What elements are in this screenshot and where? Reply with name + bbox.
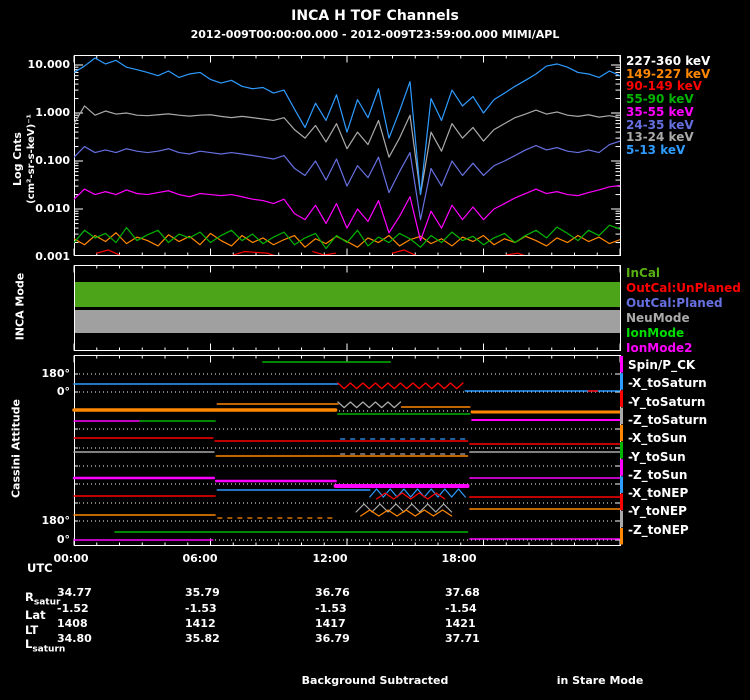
attitude-legend-ZtoSun: -Z_toSun bbox=[628, 467, 688, 482]
table-cell-LT-3: 1421 bbox=[445, 617, 476, 630]
mode-legend-NeuMode: NeuMode bbox=[626, 310, 690, 325]
mode-panel-frame bbox=[74, 265, 621, 351]
y-tick-label: 10.000 bbox=[27, 58, 70, 71]
utc-tick-label: 06:00 bbox=[182, 552, 218, 565]
attitude-segment-34 bbox=[378, 509, 398, 517]
table-cell-L-1: 35.82 bbox=[185, 632, 220, 645]
attitude-legend-XtoNEP: -X_toNEP bbox=[628, 486, 689, 501]
attitude-legend-SpinPCK: Spin/P_CK bbox=[628, 358, 696, 372]
attitude-segment-34 bbox=[396, 509, 416, 517]
table-cell-L-0: 34.80 bbox=[57, 632, 92, 645]
footer-stare-mode: in Stare Mode bbox=[556, 674, 644, 687]
table-cell-Lat-1: -1.53 bbox=[185, 602, 217, 615]
attitude-segment-33 bbox=[387, 503, 405, 513]
mode-bar-lower bbox=[75, 310, 620, 333]
y-axis-title-inca-mode: INCA Mode bbox=[13, 272, 27, 341]
series-24-35keV bbox=[74, 140, 620, 221]
attitude-segment-34 bbox=[360, 509, 380, 517]
mode-legend-IonMode: IonMode bbox=[626, 325, 685, 340]
top-panel-frame bbox=[74, 55, 621, 256]
utc-tick-label: 12:00 bbox=[312, 552, 348, 565]
table-cell-LT-2: 1417 bbox=[315, 617, 346, 630]
attitude-legend-XtoSun: -X_toSun bbox=[628, 431, 687, 446]
mode-legend-IonMode2: IonMode2 bbox=[626, 340, 693, 355]
angle-tick-label: 0° bbox=[56, 385, 70, 398]
table-row-label-Lat: Lat bbox=[25, 608, 46, 622]
table-cell-LT-0: 1408 bbox=[57, 617, 88, 630]
table-row-sublabel: saturn bbox=[32, 644, 66, 655]
mode-legend-InCal: InCal bbox=[626, 266, 661, 280]
angle-tick-label: 0° bbox=[56, 533, 70, 546]
table-row-label-R: Rsatur bbox=[25, 590, 61, 608]
table-cell-Lat-0: -1.52 bbox=[57, 602, 89, 615]
y-tick-label: 1.000 bbox=[35, 106, 70, 119]
attitude-legend-XtoSaturn: -X_toSaturn bbox=[628, 376, 707, 391]
attitude-segment-2 bbox=[337, 382, 464, 390]
mode-legend-OutCalPlaned: OutCal:Planed bbox=[626, 295, 723, 310]
attitude-segment-29 bbox=[427, 492, 446, 500]
attitude-segment-33 bbox=[403, 503, 421, 513]
series-149-227keV bbox=[74, 232, 620, 248]
table-cell-Lat-3: -1.54 bbox=[445, 602, 477, 615]
y-tick-label: 0.010 bbox=[35, 202, 70, 215]
attitude-segment-29 bbox=[375, 492, 395, 500]
table-cell-R-2: 36.76 bbox=[315, 586, 350, 599]
attitude-segment-33 bbox=[371, 503, 389, 513]
attitude-legend-YtoNEP: -Y_toNEP bbox=[628, 504, 687, 519]
attitude-segment-28 bbox=[451, 488, 466, 498]
angle-tick-label: 180° bbox=[41, 514, 70, 527]
y-tick-label: 0.001 bbox=[35, 250, 70, 263]
mode-bar-upper bbox=[75, 282, 620, 307]
attitude-segment-33 bbox=[355, 503, 373, 513]
attitude-legend-ZtoSaturn: -Z_toSaturn bbox=[628, 412, 708, 427]
table-cell-R-0: 34.77 bbox=[57, 586, 92, 599]
table-cell-R-3: 37.68 bbox=[445, 586, 480, 599]
attitude-legend-YtoSun: -Y_toSun bbox=[628, 449, 686, 464]
angle-tick-label: 180° bbox=[41, 367, 70, 380]
y-tick-label: 0.100 bbox=[35, 154, 70, 167]
series-90-149keV bbox=[391, 249, 416, 255]
attitude-segment-6 bbox=[337, 401, 402, 409]
inca-tof-figure: INCA H TOF Channels 2012-009T00:00:00.00… bbox=[0, 0, 750, 700]
utc-tick-label: 00:00 bbox=[53, 552, 89, 565]
utc-tick-label: 18:00 bbox=[441, 552, 477, 565]
series-90-149keV bbox=[96, 249, 121, 255]
table-cell-L-2: 36.79 bbox=[315, 632, 350, 645]
table-cell-R-1: 35.79 bbox=[185, 586, 220, 599]
table-cell-L-3: 37.71 bbox=[445, 632, 480, 645]
footer-background-subtracted: Background Subtracted bbox=[301, 674, 449, 687]
mode-legend-OutCalUnPlaned: OutCal:UnPlaned bbox=[626, 280, 741, 295]
legend-item-5-13keV: 5-13 keV bbox=[626, 142, 686, 157]
attitude-legend-ZtoNEP: -Z_toNEP bbox=[628, 522, 689, 537]
series-5-13keV bbox=[74, 57, 620, 196]
y-axis-title-cassini-attitude: Cassini Attitude bbox=[9, 398, 23, 499]
table-cell-LT-1: 1412 bbox=[185, 617, 216, 630]
table-cell-Lat-2: -1.53 bbox=[315, 602, 347, 615]
attitude-legend-YtoSaturn: -Y_toSaturn bbox=[628, 394, 706, 409]
table-row-label-LT: LT bbox=[25, 623, 39, 637]
series-13-24keV bbox=[74, 105, 620, 196]
